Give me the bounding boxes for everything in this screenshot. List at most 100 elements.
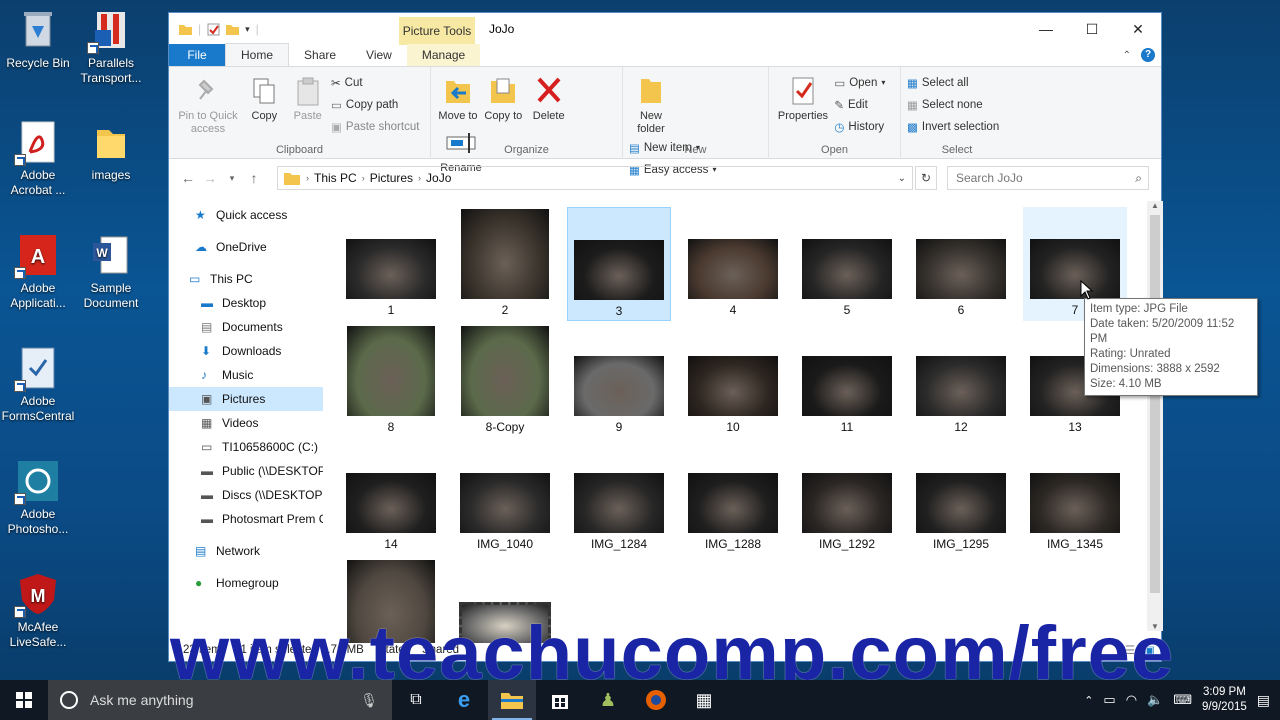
desktop-icon-acrobat[interactable]: Adobe Acrobat ... (0, 120, 76, 198)
nav-item-homegroup[interactable]: ● Homegroup (169, 571, 323, 595)
battery-icon[interactable]: ▭ (1103, 692, 1115, 708)
properties-button[interactable]: Properties (775, 71, 831, 123)
file-thumbnail[interactable]: IMG_1292 (795, 441, 899, 555)
up-arrow-icon[interactable]: ↑ (243, 170, 265, 186)
taskbar-calculator[interactable]: ▦ (680, 680, 728, 720)
move-to-button[interactable]: Move to (437, 71, 479, 123)
keyboard-icon[interactable]: ⌨ (1173, 692, 1192, 708)
cut-button[interactable]: ✂ Cut (331, 73, 419, 92)
taskbar-store[interactable] (536, 680, 584, 720)
taskbar-edge[interactable]: e (440, 680, 488, 720)
nav-item-photosmart-prem-c[interactable]: ▬ Photosmart Prem C (169, 507, 323, 531)
pin-to-quick-access-button[interactable]: Pin to Quick access (175, 71, 241, 136)
file-thumbnail[interactable]: 3 (567, 207, 671, 321)
show-hidden-icons-icon[interactable]: ⌃ (1084, 694, 1093, 707)
tab-manage[interactable]: Manage (406, 44, 481, 66)
recent-locations-chevron-icon[interactable]: ▾ (221, 173, 243, 184)
taskbar-firefox[interactable] (632, 680, 680, 720)
taskbar-file-explorer[interactable] (488, 680, 536, 720)
search-input[interactable]: Search JoJo ⌕ (947, 166, 1149, 190)
start-button[interactable] (0, 680, 48, 720)
scrollbar-thumb[interactable] (1150, 215, 1160, 593)
new-folder-icon[interactable] (226, 23, 240, 36)
copy-path-button[interactable]: ▭ Copy path (331, 95, 419, 114)
chevron-down-icon[interactable]: ▾ (245, 24, 250, 35)
close-button[interactable]: ✕ (1115, 13, 1161, 45)
file-thumbnail[interactable]: 5 (795, 207, 899, 321)
maximize-button[interactable]: ☐ (1069, 13, 1115, 45)
nav-item-onedrive[interactable]: ☁ OneDrive (169, 235, 323, 259)
nav-item-discs-desktop-i[interactable]: ▬ Discs (\\DESKTOP-I (169, 483, 323, 507)
nav-item-network[interactable]: ▤ Network (169, 539, 323, 563)
help-icon[interactable]: ? (1141, 48, 1155, 62)
edit-button[interactable]: ✎ Edit (834, 95, 885, 114)
microphone-icon[interactable]: 🎙 (360, 692, 378, 709)
file-thumbnail[interactable]: IMG_1040 (453, 441, 557, 555)
file-thumbnail[interactable]: 8 (339, 324, 443, 438)
forward-arrow-icon[interactable]: → (199, 170, 221, 186)
clock[interactable]: 3:09 PM 9/9/2015 (1202, 685, 1247, 715)
nav-item-desktop[interactable]: ▬ Desktop (169, 291, 323, 315)
scroll-up-icon[interactable]: ▲ (1151, 201, 1159, 210)
back-arrow-icon[interactable]: ← (177, 170, 199, 186)
minimize-button[interactable]: — (1023, 13, 1069, 45)
volume-icon[interactable]: 🔈 (1147, 692, 1163, 708)
open-button[interactable]: ▭ Open ▾ (834, 73, 885, 92)
desktop-icon-sample-document[interactable]: W Sample Document (73, 233, 149, 311)
file-thumbnail[interactable]: 6 (909, 207, 1013, 321)
desktop-icon-adobe-app[interactable]: A Adobe Applicati... (0, 233, 76, 311)
file-thumbnail[interactable]: IMG_1284 (567, 441, 671, 555)
file-thumbnail[interactable]: 14 (339, 441, 443, 555)
refresh-button[interactable]: ↻ (915, 166, 937, 190)
file-thumbnail[interactable]: 12 (909, 324, 1013, 438)
desktop-icon-mcafee[interactable]: M McAfee LiveSafe... (0, 572, 76, 650)
nav-item-public-desktop[interactable]: ▬ Public (\\DESKTOP (169, 459, 323, 483)
nav-item-pictures[interactable]: ▣ Pictures (169, 387, 323, 411)
address-bar[interactable]: › This PC › Pictures › JoJo ⌄ (277, 166, 913, 190)
file-thumbnail[interactable]: 2 (453, 207, 557, 321)
paste-button[interactable]: Paste (288, 71, 328, 123)
nav-item-documents[interactable]: ▤ Documents (169, 315, 323, 339)
copy-button[interactable]: Copy (244, 71, 284, 123)
select-none-button[interactable]: ▦ Select none (907, 95, 999, 114)
desktop-icon-images[interactable]: images (73, 120, 149, 183)
address-dropdown-icon[interactable]: ⌄ (898, 173, 906, 184)
vertical-scrollbar[interactable]: ▲ ▼ (1147, 201, 1163, 631)
nav-item-this-pc[interactable]: ▭ This PC (169, 267, 323, 291)
nav-item-downloads[interactable]: ⬇ Downloads (169, 339, 323, 363)
select-all-button[interactable]: ▦ Select all (907, 73, 999, 92)
file-thumbnail[interactable]: 10 (681, 324, 785, 438)
file-thumbnail[interactable]: IMG_1295 (909, 441, 1013, 555)
file-thumbnail[interactable]: 11 (795, 324, 899, 438)
properties-icon[interactable] (207, 23, 220, 36)
cortana-search-box[interactable]: Ask me anything 🎙 (48, 680, 392, 720)
file-thumbnail[interactable]: 8-Copy (453, 324, 557, 438)
desktop-icon-recycle-bin[interactable]: Recycle Bin (0, 8, 76, 71)
nav-item-music[interactable]: ♪ Music (169, 363, 323, 387)
file-thumbnail[interactable]: 9 (567, 324, 671, 438)
breadcrumb-this-pc[interactable]: This PC (309, 171, 362, 185)
file-thumbnail[interactable]: 1 (339, 207, 443, 321)
desktop-icon-formscentral[interactable]: Adobe FormsCentral (0, 346, 76, 424)
breadcrumb-pictures[interactable]: Pictures (365, 171, 418, 185)
nav-item-ti10658600c-c[interactable]: ▭ TI10658600C (C:) (169, 435, 323, 459)
taskbar-app[interactable]: ♟ (584, 680, 632, 720)
task-view-button[interactable]: ⧉ (392, 680, 440, 720)
delete-button[interactable]: Delete (528, 71, 570, 123)
nav-item-quick-access[interactable]: ★ Quick access (169, 203, 323, 227)
invert-selection-button[interactable]: ▩ Invert selection (907, 117, 999, 136)
wifi-icon[interactable]: ◠ (1126, 692, 1137, 708)
file-thumbnail[interactable]: IMG_1345 (1023, 441, 1127, 555)
desktop-icon-parallels[interactable]: Parallels Transport... (73, 8, 149, 86)
history-button[interactable]: ◷ History (834, 117, 885, 136)
new-folder-button[interactable]: New folder (629, 71, 673, 136)
nav-item-videos[interactable]: ▦ Videos (169, 411, 323, 435)
file-thumbnail[interactable]: 4 (681, 207, 785, 321)
notifications-icon[interactable]: ▤ (1257, 692, 1270, 709)
breadcrumb-jojo[interactable]: JoJo (421, 171, 456, 185)
desktop-icon-photoshop[interactable]: Adobe Photosho... (0, 459, 76, 537)
chevron-up-icon[interactable]: ⌃ (1123, 50, 1131, 61)
tab-home[interactable]: Home (225, 43, 290, 66)
tab-view[interactable]: View (351, 44, 407, 66)
paste-shortcut-button[interactable]: ▣ Paste shortcut (331, 117, 419, 136)
